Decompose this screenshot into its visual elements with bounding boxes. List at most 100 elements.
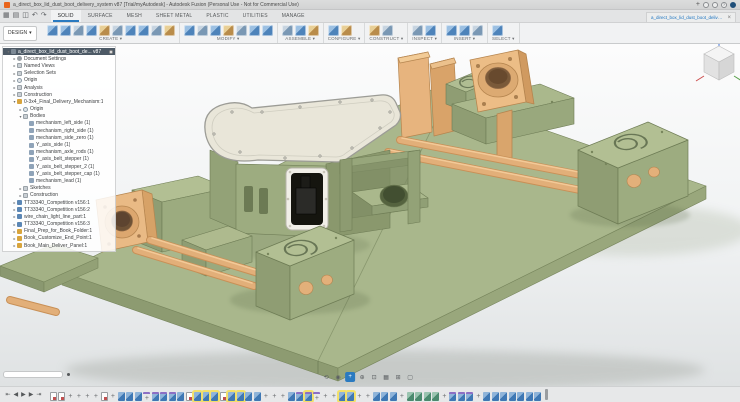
timeline-joint-feature[interactable]: [84, 392, 91, 401]
pipe-icon[interactable]: [125, 25, 136, 36]
timeline-solid-feature[interactable]: [517, 392, 524, 401]
ribbon-group-label-assemble[interactable]: ASSEMBLE ▾: [282, 36, 319, 42]
timeline-solid-feature[interactable]: [237, 392, 244, 401]
browser-tree-row[interactable]: mechanism_lead (1): [3, 177, 115, 184]
pan-icon[interactable]: +: [345, 372, 355, 382]
timeline-joint-feature[interactable]: [330, 392, 337, 401]
timeline-solid-feature[interactable]: [288, 392, 295, 401]
browser-tree-row[interactable]: mechanism_axle_rods (1): [3, 149, 115, 156]
combine-icon[interactable]: [223, 25, 234, 36]
timeline-solid-feature[interactable]: [203, 392, 210, 401]
timeline-component-feature[interactable]: [407, 392, 414, 401]
data-panel-icon[interactable]: ▦: [3, 12, 10, 20]
browser-tree-row[interactable]: ▾0-3x4_Final_Delivery_Mechanism:1: [3, 98, 115, 105]
go-to-end-icon[interactable]: ⇥: [35, 390, 43, 400]
ribbon-group-label-modify[interactable]: MODIFY ▾: [184, 36, 273, 42]
timeline-solid-feature[interactable]: [449, 392, 456, 401]
configuration-icon[interactable]: [328, 25, 339, 36]
press-pull-icon[interactable]: [184, 25, 195, 36]
browser-tree-row[interactable]: ▸Document Settings: [3, 55, 115, 62]
timeline-solid-feature[interactable]: [152, 392, 159, 401]
timeline-solid-feature[interactable]: [390, 392, 397, 401]
workspace-tab-utilities[interactable]: UTILITIES: [236, 10, 275, 22]
user-avatar[interactable]: [730, 2, 736, 8]
timeline-solid-feature[interactable]: [339, 392, 346, 401]
browser-tree-row[interactable]: ▸TT33340_Competition v156:2: [3, 206, 115, 213]
select-icon[interactable]: [492, 25, 503, 36]
timeline-solid-feature[interactable]: [500, 392, 507, 401]
undo-icon[interactable]: ↶: [32, 12, 38, 20]
fit-icon[interactable]: ⊡: [369, 372, 379, 382]
add-document-tab-icon[interactable]: +: [696, 2, 700, 8]
timeline-solid-feature[interactable]: [305, 392, 312, 401]
timeline-solid-feature[interactable]: [466, 392, 473, 401]
timeline-joint-feature[interactable]: [92, 392, 99, 401]
timeline-joint-feature[interactable]: [441, 392, 448, 401]
timeline-joint-feature[interactable]: [262, 392, 269, 401]
cylinder-icon[interactable]: [86, 25, 97, 36]
timeline-solid-feature[interactable]: [492, 392, 499, 401]
as-built-joint-icon[interactable]: [295, 25, 306, 36]
timeline-sketch-feature[interactable]: [220, 392, 227, 401]
section-analysis-icon[interactable]: [425, 25, 436, 36]
grid-snaps-icon[interactable]: ⊞: [393, 372, 403, 382]
timeline-solid-feature[interactable]: [254, 392, 261, 401]
new-component-icon[interactable]: [47, 25, 58, 36]
timeline-joint-feature[interactable]: [279, 392, 286, 401]
workspace-selector[interactable]: DESIGN ▾: [3, 26, 37, 41]
timeline-solid-feature[interactable]: [228, 392, 235, 401]
timeline-solid-feature[interactable]: [194, 392, 201, 401]
browser-tree-row[interactable]: ▸Book_Main_Deliver_Panel:1: [3, 242, 115, 249]
browser-tree-row[interactable]: ▸wire_chain_light_line_part:1: [3, 213, 115, 220]
timeline-solid-feature[interactable]: [483, 392, 490, 401]
timeline-joint-feature[interactable]: [356, 392, 363, 401]
browser-tree-row[interactable]: mechanism_left_side (1): [3, 120, 115, 127]
timeline-joint-feature[interactable]: [75, 392, 82, 401]
browser-tree-row[interactable]: ▾Bodies: [3, 113, 115, 120]
timeline-joint-feature[interactable]: [313, 392, 320, 401]
timeline-sketch-feature[interactable]: [58, 392, 65, 401]
split-body-icon[interactable]: [249, 25, 260, 36]
timeline-solid-feature[interactable]: [296, 392, 303, 401]
timeline-sketch-feature[interactable]: [186, 392, 193, 401]
zoom-icon[interactable]: ⊕: [357, 372, 367, 382]
timeline-solid-feature[interactable]: [458, 392, 465, 401]
timeline-solid-feature[interactable]: [347, 392, 354, 401]
browser-tree-row[interactable]: ▸Final_Prep_for_Book_Folder:1: [3, 228, 115, 235]
play-icon[interactable]: ▶: [20, 390, 28, 400]
configuration-table-icon[interactable]: [341, 25, 352, 36]
display-settings-icon[interactable]: ▦: [381, 372, 391, 382]
ribbon-group-label-select[interactable]: SELECT ▾: [492, 36, 515, 42]
timeline-component-feature[interactable]: [415, 392, 422, 401]
help-icon[interactable]: ?: [721, 2, 727, 8]
browser-tree-row[interactable]: ▸Book_Customize_End_Point:1: [3, 235, 115, 242]
orbit-icon[interactable]: ⟲: [321, 372, 331, 382]
browser-tree-row[interactable]: ▸Construction: [3, 192, 115, 199]
browser-tree-row[interactable]: ▸Named Views: [3, 62, 115, 69]
servo-window[interactable]: [286, 168, 328, 230]
timeline-solid-feature[interactable]: [534, 392, 541, 401]
browser-tree-row[interactable]: Y_axis_belt_stepper (1): [3, 156, 115, 163]
browser-tree-row[interactable]: ▸Selection Sets: [3, 70, 115, 77]
timeline-component-feature[interactable]: [424, 392, 431, 401]
browser-tree-row[interactable]: ▸TT33340_Competition v156:3: [3, 221, 115, 228]
thicken-icon[interactable]: [164, 25, 175, 36]
decal-icon[interactable]: [459, 25, 470, 36]
visibility-eye-icon[interactable]: [109, 50, 113, 54]
mirror-icon[interactable]: [151, 25, 162, 36]
workspace-tab-plastic[interactable]: PLASTIC: [199, 10, 235, 22]
box-icon[interactable]: [73, 25, 84, 36]
timeline-sketch-feature[interactable]: [101, 392, 108, 401]
move-copy-icon[interactable]: [262, 25, 273, 36]
quick-comment-pill[interactable]: [3, 371, 63, 378]
timeline-solid-feature[interactable]: [381, 392, 388, 401]
look-at-icon[interactable]: ◉: [333, 372, 343, 382]
redo-icon[interactable]: ↷: [41, 12, 47, 20]
timeline-solid-feature[interactable]: [509, 392, 516, 401]
browser-tree-row[interactable]: mechanism_right_side (1): [3, 127, 115, 134]
insert-mesh-icon[interactable]: [472, 25, 483, 36]
browser-tree-row[interactable]: mechanism_side_zero (1): [3, 134, 115, 141]
create-sketch-icon[interactable]: [60, 25, 71, 36]
browser-tree-row[interactable]: ▸Origin: [3, 106, 115, 113]
timeline-solid-feature[interactable]: [526, 392, 533, 401]
